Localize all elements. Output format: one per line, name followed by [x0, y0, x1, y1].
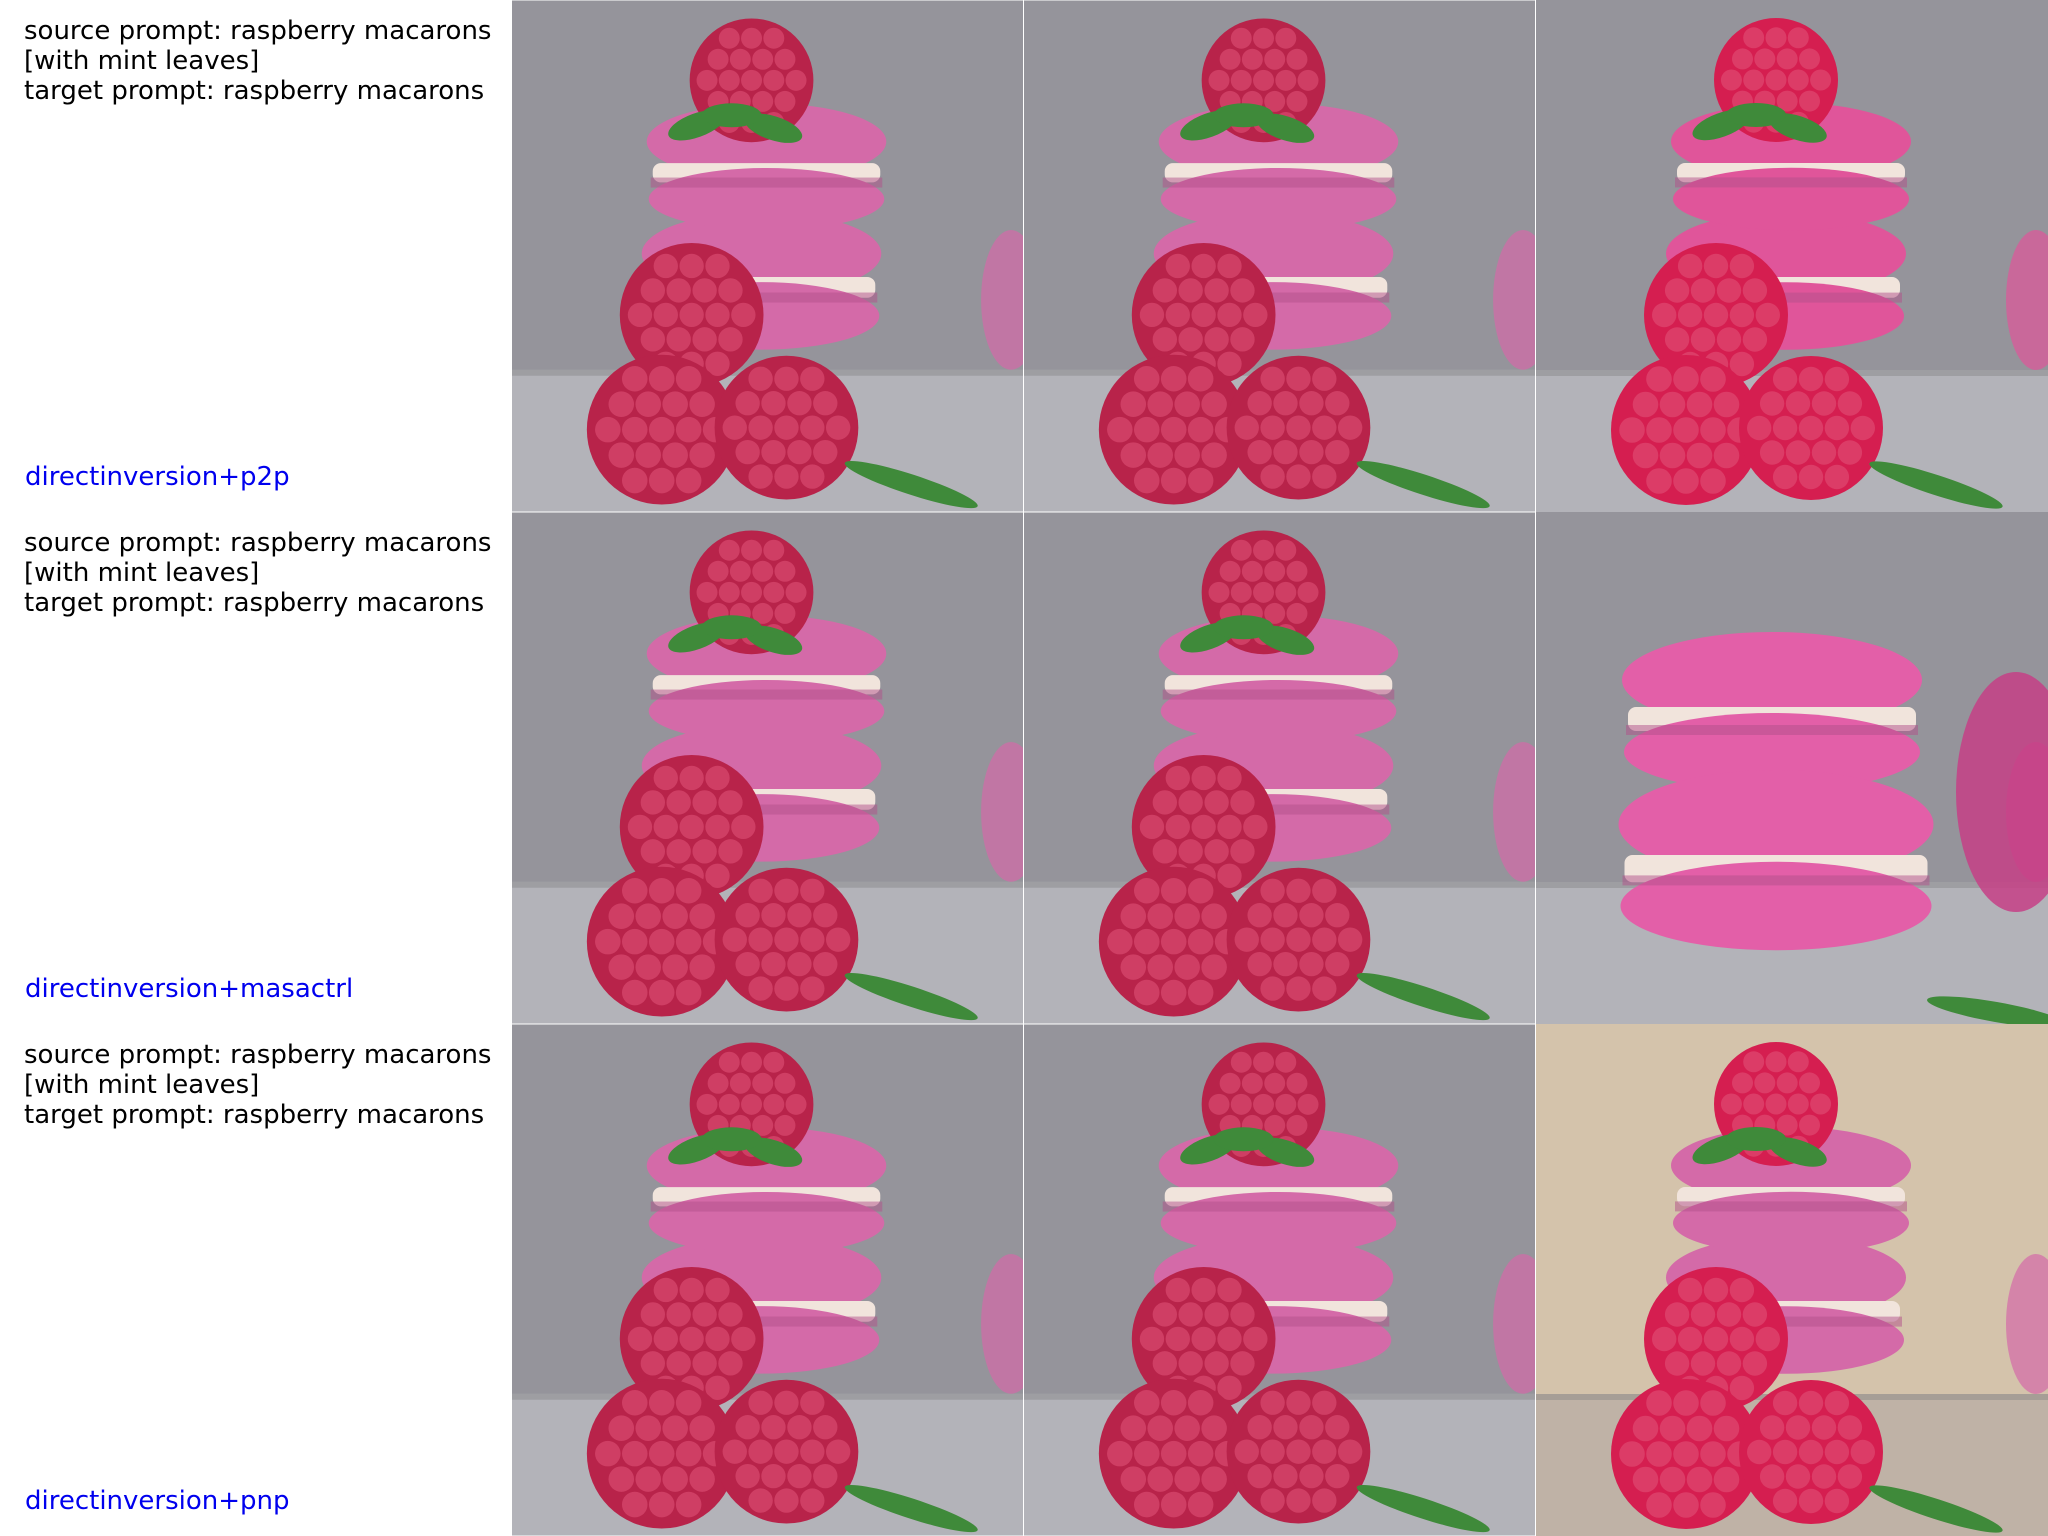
method-label: directinversion+pnp [25, 1486, 290, 1516]
macaron-photo [1024, 512, 1535, 1024]
source-image [512, 1024, 1023, 1536]
method-label: directinversion+p2p [25, 462, 290, 492]
comparison-row: source prompt: raspberry macarons [with … [0, 1024, 2048, 1536]
target-prompt: target prompt: raspberry macarons [24, 76, 485, 106]
prompt-text: source prompt: raspberry macarons [with … [24, 1040, 494, 1130]
reconstruction-image [1024, 1024, 1535, 1536]
target-prompt: target prompt: raspberry macarons [24, 588, 485, 618]
prompt-text: source prompt: raspberry macarons [with … [24, 528, 494, 618]
label-cell: source prompt: raspberry macarons [with … [0, 512, 512, 1024]
macaron-photo [1536, 1024, 2048, 1536]
comparison-row: source prompt: raspberry macarons [with … [0, 0, 2048, 512]
source-prompt-line: source prompt: raspberry macarons [24, 1040, 492, 1070]
edited-image [1536, 0, 2048, 512]
reconstruction-image [1024, 0, 1535, 512]
prompt-text: source prompt: raspberry macarons [with … [24, 16, 494, 106]
reconstruction-image [1024, 512, 1535, 1024]
macaron-photo [1536, 0, 2048, 512]
label-cell: source prompt: raspberry macarons [with … [0, 0, 512, 512]
source-prompt-edit: [with mint leaves] [24, 558, 260, 588]
source-prompt-line: source prompt: raspberry macarons [24, 528, 492, 558]
edited-image [1536, 1024, 2048, 1536]
macaron-photo [512, 512, 1023, 1024]
macaron-photo [1024, 1024, 1535, 1536]
source-prompt-line: source prompt: raspberry macarons [24, 16, 492, 46]
macaron-photo [512, 1024, 1023, 1536]
comparison-row: source prompt: raspberry macarons [with … [0, 512, 2048, 1024]
target-prompt: target prompt: raspberry macarons [24, 1100, 485, 1130]
edited-image [1536, 512, 2048, 1024]
source-prompt-edit: [with mint leaves] [24, 1070, 260, 1100]
macaron-photo [512, 0, 1023, 512]
macaron-photo [1536, 512, 2048, 1024]
method-label: directinversion+masactrl [25, 974, 354, 1004]
macaron-photo [1024, 0, 1535, 512]
source-prompt-edit: [with mint leaves] [24, 46, 260, 76]
source-image [512, 0, 1023, 512]
source-image [512, 512, 1023, 1024]
label-cell: source prompt: raspberry macarons [with … [0, 1024, 512, 1536]
